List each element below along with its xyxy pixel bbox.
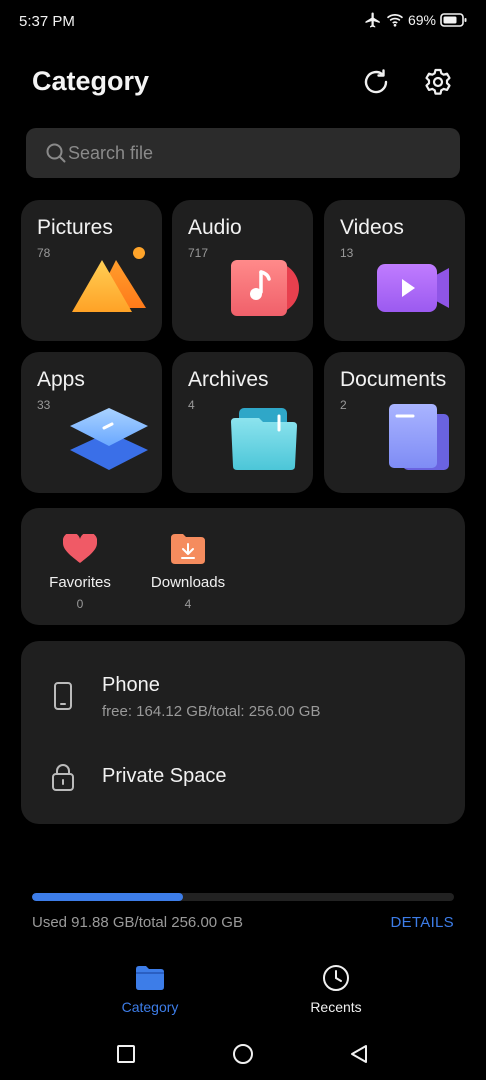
details-link[interactable]: DETAILS (390, 914, 454, 931)
tab-recents[interactable]: Recents (276, 962, 396, 1015)
storage-phone-subtitle: free: 164.12 GB/total: 256.00 GB (102, 703, 321, 720)
quick-item-count: 4 (184, 597, 192, 611)
back-nav-button[interactable] (347, 1042, 371, 1066)
category-count: 4 (188, 398, 195, 412)
status-icons: 69% (364, 11, 468, 29)
tab-label: Category (121, 999, 179, 1015)
circle-icon (233, 1044, 253, 1064)
quick-access-card: Favorites 0 Downloads 4 (21, 508, 465, 625)
category-apps[interactable]: Apps 33 (21, 352, 162, 493)
category-name: Documents (340, 368, 447, 391)
square-icon (117, 1045, 135, 1063)
documents-icon (389, 404, 449, 475)
phone-icon (51, 682, 75, 715)
category-count: 2 (340, 398, 347, 412)
airplane-icon (364, 11, 382, 29)
battery-icon (440, 12, 468, 28)
quick-item-label: Downloads (150, 574, 226, 591)
tab-label: Recents (310, 999, 362, 1015)
quick-item-favorites[interactable]: Favorites 0 (30, 532, 130, 611)
category-count: 33 (37, 398, 51, 412)
apps-icon (70, 404, 148, 479)
home-nav-button[interactable] (231, 1042, 255, 1066)
page-title: Category (32, 66, 150, 96)
back-triangle-icon (351, 1045, 367, 1063)
recents-nav-button[interactable] (114, 1042, 138, 1066)
search-icon (45, 142, 67, 169)
category-name: Pictures (37, 216, 113, 239)
category-name: Audio (188, 216, 242, 239)
storage-usage-text: Used 91.88 GB/total 256.00 GB (32, 914, 243, 931)
wifi-icon (386, 12, 404, 28)
audio-icon (231, 258, 301, 323)
quick-item-downloads[interactable]: Downloads 4 (138, 532, 238, 611)
videos-icon (377, 262, 449, 319)
category-documents[interactable]: Documents 2 (324, 352, 465, 493)
download-folder-icon (138, 532, 238, 566)
category-audio[interactable]: Audio 717 (172, 200, 313, 341)
category-pictures[interactable]: Pictures 78 (21, 200, 162, 341)
storage-usage-fill (32, 893, 184, 901)
storage-usage-bar (32, 893, 454, 901)
search-bar[interactable] (26, 128, 460, 178)
lock-icon (51, 763, 75, 796)
heart-icon (30, 532, 130, 566)
quick-item-count: 0 (76, 597, 84, 611)
clock-icon (276, 962, 396, 994)
settings-button[interactable] (422, 66, 454, 98)
search-input[interactable] (68, 128, 438, 178)
storage-private-row[interactable]: Private Space (21, 746, 465, 812)
category-count: 717 (188, 246, 209, 260)
status-bar: 5:37 PM 69% (0, 0, 486, 44)
storage-phone-row[interactable]: Phone free: 164.12 GB/total: 256.00 GB (21, 641, 465, 736)
category-name: Videos (340, 216, 404, 239)
category-count: 78 (37, 246, 51, 260)
storage-card: Phone free: 164.12 GB/total: 256.00 GB P… (21, 641, 465, 824)
category-videos[interactable]: Videos 13 (324, 200, 465, 341)
status-time: 5:37 PM (19, 13, 75, 30)
battery-percent: 69% (407, 12, 436, 28)
gear-icon (425, 68, 451, 95)
storage-private-title: Private Space (102, 765, 227, 787)
tab-category[interactable]: Category (90, 962, 210, 1015)
storage-phone-title: Phone (102, 674, 160, 696)
archives-icon (231, 408, 297, 475)
category-name: Apps (37, 368, 85, 391)
refresh-button[interactable] (360, 66, 392, 98)
category-name: Archives (188, 368, 269, 391)
refresh-icon (364, 69, 388, 94)
pictures-icon (72, 246, 148, 323)
folder-icon (90, 962, 210, 994)
quick-item-label: Favorites (49, 574, 111, 591)
category-archives[interactable]: Archives 4 (172, 352, 313, 493)
category-count: 13 (340, 246, 354, 260)
